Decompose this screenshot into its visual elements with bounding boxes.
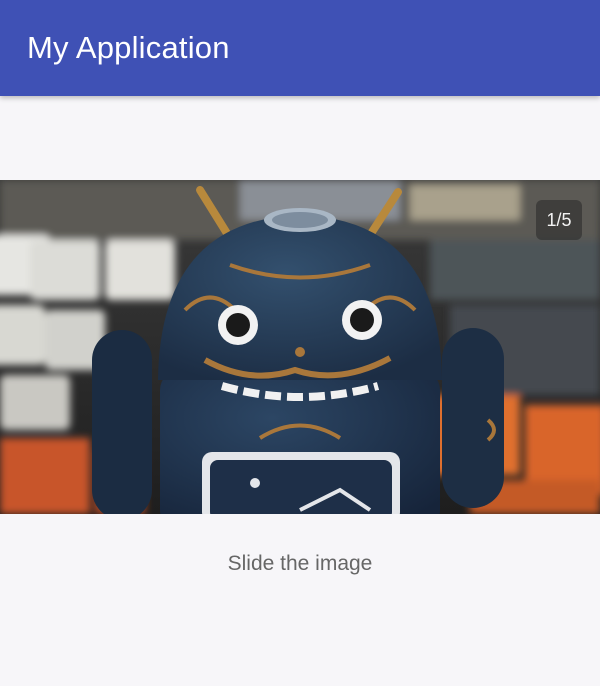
android-figure-image xyxy=(0,180,600,514)
app-bar: My Application xyxy=(0,0,600,96)
page-indicator: 1/5 xyxy=(536,200,582,240)
app-title: My Application xyxy=(27,30,230,65)
image-slider[interactable]: 1/5 xyxy=(0,180,600,514)
slide-caption: Slide the image xyxy=(227,552,373,575)
